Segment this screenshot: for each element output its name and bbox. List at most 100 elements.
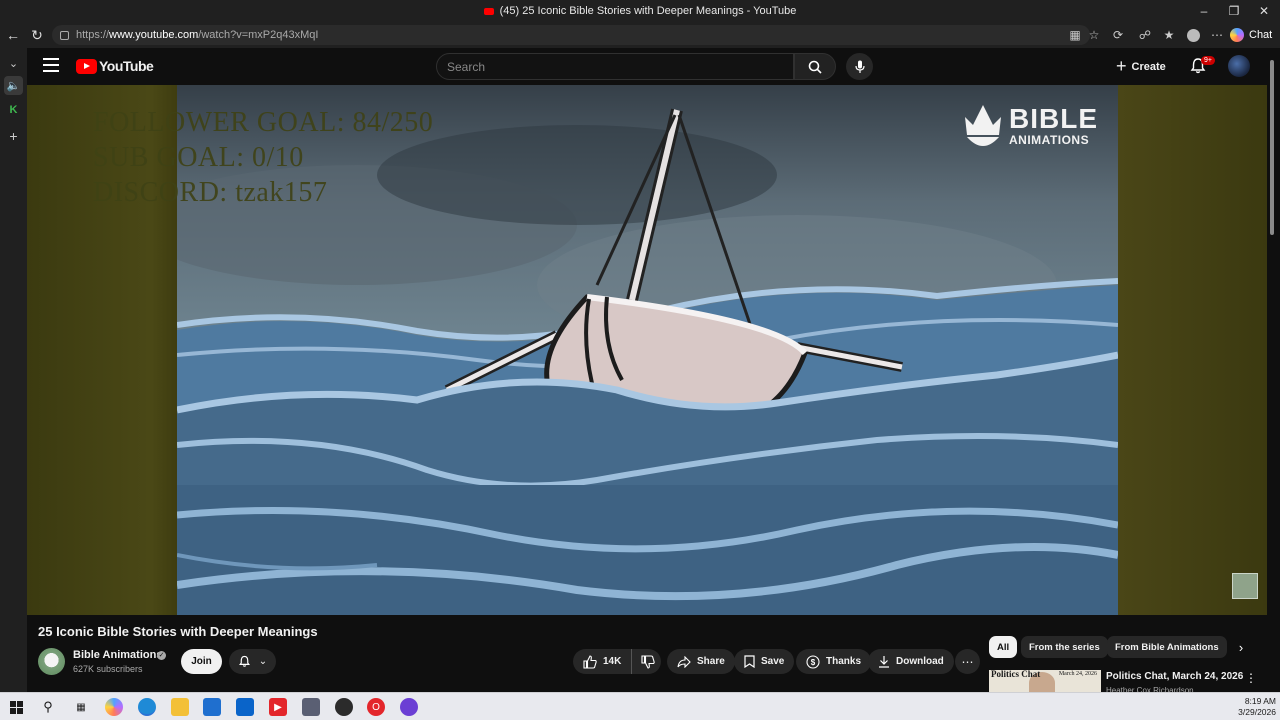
microphone-icon [854, 60, 865, 73]
like-dislike-group: 14K [573, 649, 661, 674]
lock-icon [60, 30, 69, 40]
join-button[interactable]: Join [181, 649, 222, 674]
notification-badge: 9+ [1201, 56, 1215, 65]
copilot-app-icon[interactable] [105, 698, 123, 716]
system-clock[interactable]: 8:19 AM 3/29/2026 [1238, 696, 1276, 718]
back-icon[interactable]: ← [3, 25, 23, 45]
subscription-notifications-button[interactable]: ⌄ [229, 649, 276, 674]
thanks-button[interactable]: $ Thanks [796, 649, 872, 674]
window-titlebar: (45) 25 Iconic Bible Stories with Deeper… [0, 0, 1280, 22]
video-player[interactable]: BIBLE ANIMATIONS FOLLOWER GOAL: 84/250 S… [27, 85, 1267, 615]
search-icon[interactable]: ⚲ [39, 698, 57, 716]
obs-icon[interactable] [335, 698, 353, 716]
recommendation-thumbnail[interactable]: Politics Chat March 24, 2026 [989, 670, 1101, 692]
edge-side-rail: ⌄ 🔈 K + [0, 48, 27, 692]
windows-start-icon[interactable] [7, 698, 25, 716]
thanks-dollar-icon: $ [806, 654, 820, 669]
svg-text:$: $ [811, 658, 816, 667]
scrollbar-thumb[interactable] [1270, 60, 1274, 235]
settings-more-icon[interactable]: ⋯ [1208, 26, 1226, 44]
overlay-line: DISCORD: tzak157 [93, 177, 328, 208]
bell-icon [238, 655, 250, 667]
youtube-favicon-icon [483, 7, 494, 15]
download-icon [879, 656, 889, 668]
file-explorer-icon[interactable] [171, 698, 189, 716]
search-button[interactable] [794, 53, 836, 80]
create-label: Create [1131, 60, 1166, 73]
page-scrollbar[interactable] [1268, 60, 1276, 690]
task-view-icon[interactable]: ▦ [72, 698, 90, 716]
edge-browser-icon[interactable] [138, 698, 156, 716]
copilot-chat-button[interactable]: Chat [1230, 25, 1272, 45]
restore-icon[interactable]: ❐ [1219, 2, 1249, 20]
channel-avatar[interactable] [38, 648, 65, 675]
windows-taskbar: ⚲ ▦ ▶ O 8:19 AM 3/29/2026 [0, 692, 1280, 720]
youtube-play-icon [76, 58, 97, 74]
create-button[interactable]: + Create [1116, 54, 1166, 79]
thanks-label: Thanks [826, 656, 862, 667]
microsoft-store-icon[interactable] [203, 698, 221, 716]
youtube-masthead: YouTube + Create 9+ [27, 48, 1280, 85]
favorites-icon[interactable]: ★ [1160, 26, 1178, 44]
chat-label: Chat [1249, 29, 1273, 41]
speaker-icon[interactable]: 🔈 [4, 76, 23, 95]
stream-goal-overlay: FOLLOWER GOAL: 84/250 SUB GOAL: 0/10 DIS… [93, 105, 433, 210]
recommendation-menu-icon[interactable]: ⋮ [1245, 671, 1257, 685]
share-icon [677, 655, 691, 668]
youtube-app-icon[interactable]: ▶ [269, 698, 287, 716]
recommendation-title[interactable]: Politics Chat, March 24, 2026 [1106, 671, 1243, 682]
chip-all[interactable]: All [989, 636, 1018, 658]
window-title: (45) 25 Iconic Bible Stories with Deeper… [499, 5, 797, 17]
channel-watermark-icon[interactable] [1232, 573, 1258, 599]
brand-word-animations: ANIMATIONS [1009, 133, 1090, 147]
kick-icon[interactable]: K [4, 100, 23, 119]
extensions-icon[interactable]: ⟳ [1109, 26, 1127, 44]
thumbs-up-icon [583, 654, 597, 669]
more-actions-button[interactable]: ⋯ [955, 649, 980, 674]
like-button[interactable]: 14K [573, 649, 633, 674]
copilot-icon [1230, 28, 1244, 42]
thumbnail-title: Politics Chat [991, 670, 1041, 679]
apps-icon[interactable]: ▦ [1066, 26, 1084, 44]
video-title: 25 Iconic Bible Stories with Deeper Mean… [38, 624, 318, 639]
chevron-down-icon[interactable]: ⌄ [4, 54, 23, 73]
like-count: 14K [603, 656, 622, 667]
thumbs-down-icon [641, 654, 656, 669]
share-button[interactable]: Share [667, 649, 735, 674]
add-tab-icon[interactable]: + [4, 126, 23, 145]
account-avatar[interactable] [1228, 55, 1250, 77]
voice-search-button[interactable] [846, 53, 873, 80]
youtube-logo[interactable]: YouTube [76, 58, 154, 74]
address-toolbar: ← ↻ https://www.youtube.com/watch?v=mxP2… [0, 22, 1280, 48]
youtube-logo-text: YouTube [99, 58, 154, 74]
url-prefix: https:// [76, 29, 110, 41]
save-button[interactable]: Save [734, 649, 795, 674]
discord-icon[interactable] [400, 698, 418, 716]
player-side-fill [1118, 85, 1267, 615]
url-bar[interactable]: https://www.youtube.com/watch?v=mxP2q43x… [52, 25, 1090, 45]
dislike-button[interactable] [632, 649, 664, 674]
menu-icon[interactable] [43, 58, 59, 72]
subscriber-count: 627K subscribers [73, 664, 143, 674]
search-icon [808, 60, 822, 74]
chip-from-bible-animations[interactable]: From Bible Animations [1107, 636, 1227, 658]
browser-essentials-icon[interactable]: ☍ [1136, 26, 1154, 44]
chip-from-the-series[interactable]: From the series [1021, 636, 1108, 658]
download-button[interactable]: Download [868, 649, 954, 674]
close-icon[interactable]: ✕ [1249, 2, 1279, 20]
search-input[interactable] [436, 53, 794, 80]
minimize-icon[interactable]: – [1189, 2, 1219, 20]
profile-icon[interactable] [1184, 26, 1202, 44]
url-path: /watch?v=mxP2q43xMqI [198, 29, 319, 41]
share-label: Share [697, 656, 725, 667]
refresh-icon[interactable]: ↻ [27, 25, 47, 45]
chevron-down-icon: ⌄ [258, 656, 268, 667]
chevron-right-icon[interactable]: › [1232, 638, 1250, 656]
outlook-icon[interactable] [236, 698, 254, 716]
channel-name[interactable]: Bible Animations [73, 649, 162, 661]
bookmark-icon [744, 655, 755, 668]
opera-icon[interactable]: O [367, 698, 385, 716]
favorite-star-icon[interactable]: ☆ [1085, 26, 1103, 44]
app-icon[interactable] [302, 698, 320, 716]
thumbnail-date: March 24, 2026 [1058, 671, 1097, 677]
